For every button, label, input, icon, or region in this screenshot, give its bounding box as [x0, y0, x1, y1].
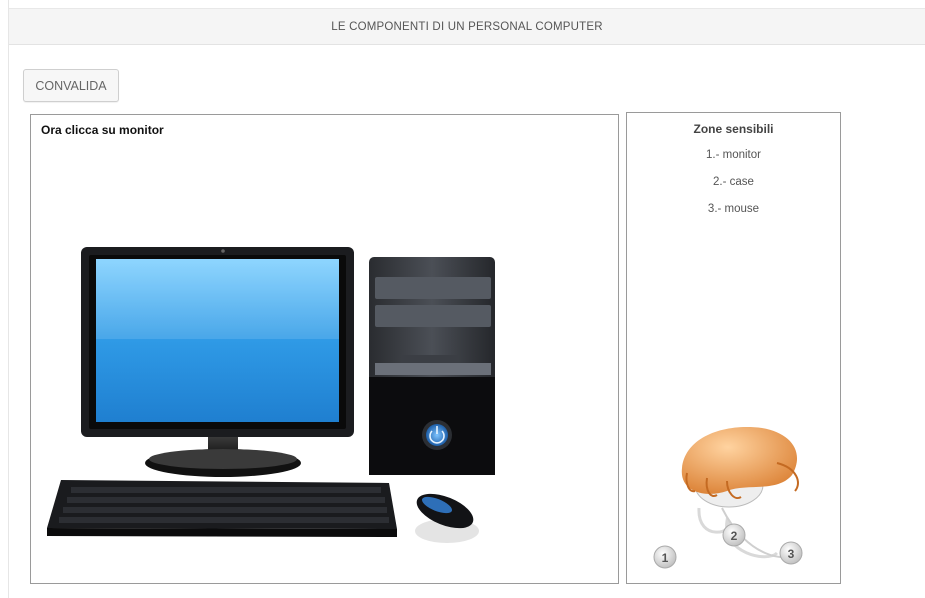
zone-item-case: 2.- case: [713, 176, 754, 188]
hand-on-mouse-illustration: 1 2 3: [653, 427, 803, 569]
legend-number-1: 1: [653, 545, 677, 569]
svg-text:3: 3: [788, 547, 795, 561]
page-left-border: [8, 0, 9, 598]
zones-panel: Zone sensibili 1.- monitor 2.- case 3.- …: [626, 112, 841, 584]
svg-text:2: 2: [731, 529, 738, 543]
svg-text:1: 1: [662, 551, 669, 565]
case-icon[interactable]: [369, 257, 495, 475]
page-title: LE COMPONENTI DI UN PERSONAL COMPUTER: [331, 20, 603, 33]
zone-item-monitor: 1.- monitor: [706, 149, 761, 161]
legend-number-3: 3: [779, 541, 803, 565]
computer-scene: [47, 247, 495, 543]
activity-panel: Ora clicca su monitor: [30, 114, 619, 584]
monitor-icon[interactable]: [81, 247, 354, 477]
keyboard-icon: [47, 480, 397, 537]
title-bar: LE COMPONENTI DI UN PERSONAL COMPUTER: [9, 8, 925, 45]
instruction-text: Ora clicca su monitor: [41, 123, 164, 137]
zone-item-mouse: 3.- mouse: [707, 203, 760, 215]
legend-number-2: 2: [722, 523, 746, 547]
mouse-icon[interactable]: [412, 487, 479, 543]
zones-title: Zone sensibili: [693, 122, 774, 136]
validate-button[interactable]: CONVALIDA: [23, 69, 119, 102]
